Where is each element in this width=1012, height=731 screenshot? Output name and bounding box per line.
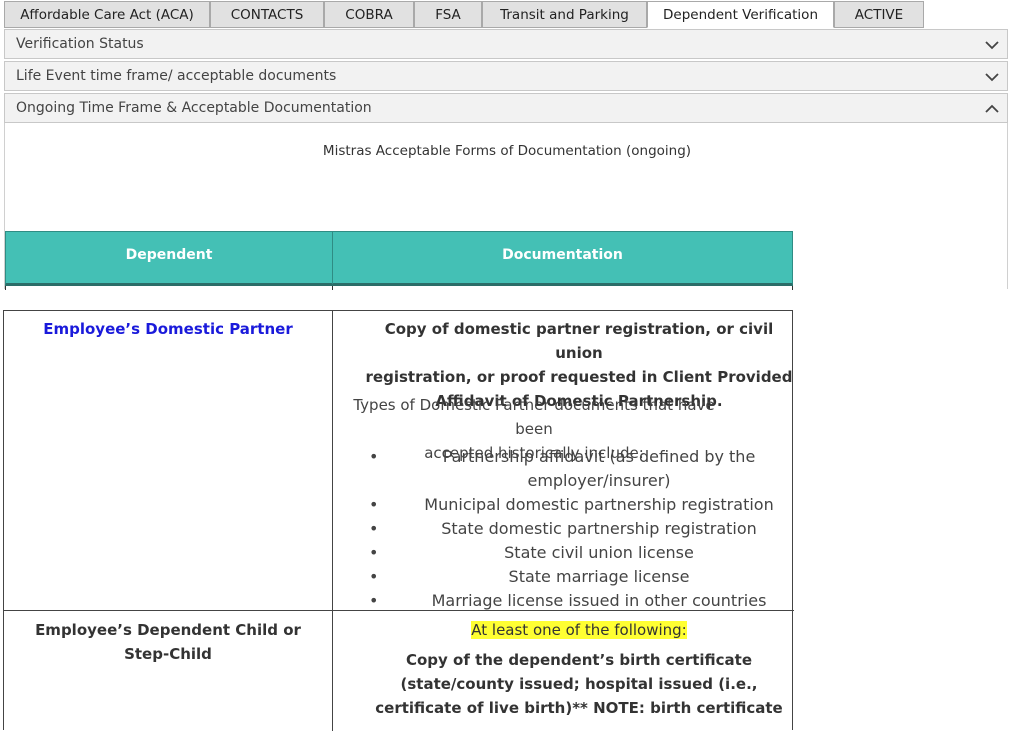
header-dependent: Dependent <box>6 232 333 284</box>
bullet-icon: • <box>369 591 379 610</box>
accordion-title: Verification Status <box>16 36 144 52</box>
tab-active[interactable]: ACTIVE <box>834 1 924 28</box>
tab-dependent-verification[interactable]: Dependent Verification <box>647 1 834 28</box>
requirement-line: Copy of the dependent’s birth certificat… <box>405 651 753 669</box>
tab-bar: Affordable Care Act (ACA) CONTACTS COBRA… <box>0 0 1012 29</box>
bullet-icon: • <box>369 495 379 514</box>
chevron-down-icon[interactable] <box>985 38 999 52</box>
panel-subtitle: Mistras Acceptable Forms of Documentatio… <box>322 143 692 159</box>
highlight-note: At least one of the following: <box>471 621 687 639</box>
bullet-item: • Marriage license issued in other count… <box>364 589 794 613</box>
bullet-item: • State marriage license <box>364 565 794 589</box>
accordion-verification-status[interactable]: Verification Status <box>4 29 1008 59</box>
accordion-ongoing-time-frame[interactable]: Ongoing Time Frame & Acceptable Document… <box>4 93 1008 123</box>
divider <box>332 311 333 731</box>
intro-line: Types of Domestic Partner documents that… <box>353 396 715 438</box>
dependent-domestic-partner: Employee’s Domestic Partner <box>43 320 293 338</box>
dependent-child: Employee’s Dependent Child or Step-Child <box>35 621 301 663</box>
bullet-item: • State civil union license <box>364 541 794 565</box>
chevron-up-icon[interactable] <box>985 102 999 116</box>
accordion-life-event[interactable]: Life Event time frame/ acceptable docume… <box>4 61 1008 91</box>
bullet-icon: • <box>369 567 379 586</box>
requirement-line: certificate of live birth)** NOTE: birth… <box>375 699 783 717</box>
documentation-table: Employee’s Domestic Partner Copy of dome… <box>3 310 794 731</box>
divider <box>332 286 333 290</box>
tab-contacts[interactable]: CONTACTS <box>210 1 324 28</box>
accordion-title: Life Event time frame/ acceptable docume… <box>16 68 337 84</box>
tab-aca[interactable]: Affordable Care Act (ACA) <box>4 1 210 28</box>
table-header: Dependent Documentation <box>5 231 793 286</box>
bullet-icon: • <box>369 543 379 562</box>
chevron-down-icon[interactable] <box>985 70 999 84</box>
bullet-item: • State domestic partnership registratio… <box>364 517 794 541</box>
tab-transit-parking[interactable]: Transit and Parking <box>482 1 647 28</box>
bullet-item: • Partnership affidavit (as defined by t… <box>369 447 756 490</box>
bullet-icon: • <box>369 519 379 538</box>
bullet-icon: • <box>369 447 379 466</box>
bullet-item: • Municipal domestic partnership registr… <box>364 493 794 517</box>
tab-fsa[interactable]: FSA <box>414 1 482 28</box>
divider <box>792 286 793 290</box>
header-documentation: Documentation <box>502 247 623 263</box>
requirement-line: registration, or proof requested in Clie… <box>365 368 793 386</box>
dependent-child-requirement: At least one of the following: Copy of t… <box>364 618 794 720</box>
requirement-line: (state/county issued; hospital issued (i… <box>400 675 758 693</box>
requirement-line: Copy of domestic partner registration, o… <box>384 320 774 362</box>
accordion-title: Ongoing Time Frame & Acceptable Document… <box>16 100 372 116</box>
divider <box>5 286 6 290</box>
tab-cobra[interactable]: COBRA <box>324 1 414 28</box>
